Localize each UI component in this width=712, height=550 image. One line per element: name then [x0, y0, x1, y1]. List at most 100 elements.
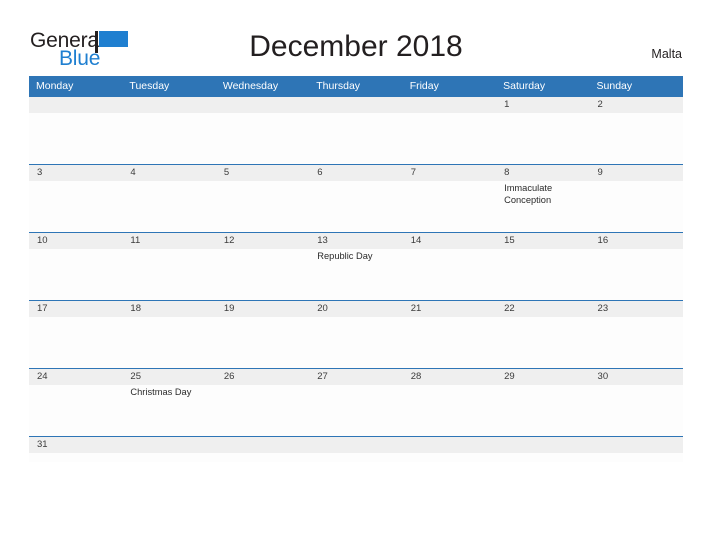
day-event[interactable] [29, 249, 122, 300]
day-number[interactable]: 7 [403, 165, 496, 181]
day-event[interactable] [590, 181, 683, 232]
day-number[interactable] [309, 97, 402, 113]
day-number[interactable]: 6 [309, 165, 402, 181]
day-event[interactable] [403, 385, 496, 436]
week-row: 17 18 19 20 21 22 23 [29, 300, 683, 368]
day-event[interactable] [216, 385, 309, 436]
week-row: 3 4 5 6 7 8 9 Immaculate Conception [29, 164, 683, 232]
day-number[interactable]: 17 [29, 301, 122, 317]
day-event[interactable] [216, 113, 309, 164]
day-number[interactable]: 20 [309, 301, 402, 317]
dow-wednesday: Wednesday [222, 80, 279, 92]
day-event[interactable] [122, 317, 215, 368]
day-event[interactable] [496, 385, 589, 436]
day-number[interactable]: 22 [496, 301, 589, 317]
day-number[interactable]: 1 [496, 97, 589, 113]
day-number[interactable]: 16 [590, 233, 683, 249]
day-event[interactable] [216, 249, 309, 300]
day-number[interactable] [122, 437, 215, 453]
day-number[interactable]: 13 [309, 233, 402, 249]
day-number[interactable] [496, 437, 589, 453]
day-number[interactable]: 8 [496, 165, 589, 181]
week-row: 31 [29, 436, 683, 462]
day-event[interactable] [309, 181, 402, 232]
day-number[interactable] [216, 97, 309, 113]
day-number[interactable]: 27 [309, 369, 402, 385]
day-event[interactable] [590, 317, 683, 368]
day-number-band: 17 18 19 20 21 22 23 [29, 301, 683, 317]
day-event[interactable] [590, 249, 683, 300]
day-event[interactable] [403, 113, 496, 164]
day-event[interactable]: Christmas Day [122, 385, 215, 436]
page-title: December 2018 [249, 30, 463, 63]
day-number[interactable]: 19 [216, 301, 309, 317]
day-number-band: 24 25 26 27 28 29 30 [29, 369, 683, 385]
day-number[interactable] [403, 437, 496, 453]
dow-friday: Friday [409, 80, 439, 92]
week-row: 1 2 [29, 96, 683, 164]
day-number[interactable] [309, 437, 402, 453]
day-number[interactable]: 11 [122, 233, 215, 249]
day-of-week-header-row: Monday Tuesday Wednesday Thursday Friday… [29, 76, 683, 96]
day-number[interactable]: 21 [403, 301, 496, 317]
day-number[interactable]: 31 [29, 437, 122, 453]
day-number[interactable]: 12 [216, 233, 309, 249]
day-event[interactable] [309, 385, 402, 436]
week-row: 24 25 26 27 28 29 30 Christmas Day [29, 368, 683, 436]
day-number[interactable]: 3 [29, 165, 122, 181]
event-band: Christmas Day [29, 385, 683, 436]
day-event[interactable] [403, 181, 496, 232]
day-number[interactable]: 25 [122, 369, 215, 385]
day-number[interactable]: 18 [122, 301, 215, 317]
day-number[interactable]: 4 [122, 165, 215, 181]
day-event[interactable] [122, 113, 215, 164]
day-event[interactable] [122, 249, 215, 300]
day-number[interactable] [403, 97, 496, 113]
day-number[interactable]: 23 [590, 301, 683, 317]
day-event[interactable] [403, 317, 496, 368]
region-label: Malta [651, 47, 682, 61]
day-number[interactable]: 28 [403, 369, 496, 385]
day-number[interactable]: 26 [216, 369, 309, 385]
day-event[interactable] [496, 249, 589, 300]
dow-thursday: Thursday [316, 80, 361, 92]
day-event[interactable] [29, 385, 122, 436]
day-number[interactable]: 2 [590, 97, 683, 113]
day-event[interactable]: Republic Day [309, 249, 402, 300]
day-event[interactable]: Immaculate Conception [496, 181, 589, 232]
day-number[interactable] [590, 437, 683, 453]
day-event[interactable] [122, 181, 215, 232]
day-number[interactable]: 9 [590, 165, 683, 181]
calendar-page: General Blue December 2018 Malta Monday … [0, 0, 712, 550]
day-number[interactable]: 29 [496, 369, 589, 385]
day-number[interactable] [29, 97, 122, 113]
day-number-band: 31 [29, 437, 683, 453]
page-header: General Blue December 2018 Malta [0, 0, 712, 76]
event-band: Republic Day [29, 249, 683, 300]
week-row: 10 11 12 13 14 15 16 Republic Day [29, 232, 683, 300]
day-event[interactable] [29, 113, 122, 164]
day-number[interactable] [216, 437, 309, 453]
day-event[interactable] [309, 113, 402, 164]
dow-sunday: Sunday [596, 80, 633, 92]
day-number[interactable]: 15 [496, 233, 589, 249]
day-event[interactable] [496, 113, 589, 164]
day-number-band: 1 2 [29, 97, 683, 113]
day-number[interactable]: 14 [403, 233, 496, 249]
day-event[interactable] [29, 181, 122, 232]
day-number[interactable]: 5 [216, 165, 309, 181]
day-event[interactable] [590, 385, 683, 436]
day-event[interactable] [496, 317, 589, 368]
day-number[interactable] [122, 97, 215, 113]
day-number[interactable]: 10 [29, 233, 122, 249]
day-number[interactable]: 30 [590, 369, 683, 385]
day-event[interactable] [403, 249, 496, 300]
day-event[interactable] [29, 317, 122, 368]
event-band: Immaculate Conception [29, 181, 683, 232]
day-number[interactable]: 24 [29, 369, 122, 385]
day-event[interactable] [590, 113, 683, 164]
dow-monday: Monday [36, 80, 74, 92]
day-event[interactable] [216, 317, 309, 368]
day-event[interactable] [309, 317, 402, 368]
day-event[interactable] [216, 181, 309, 232]
